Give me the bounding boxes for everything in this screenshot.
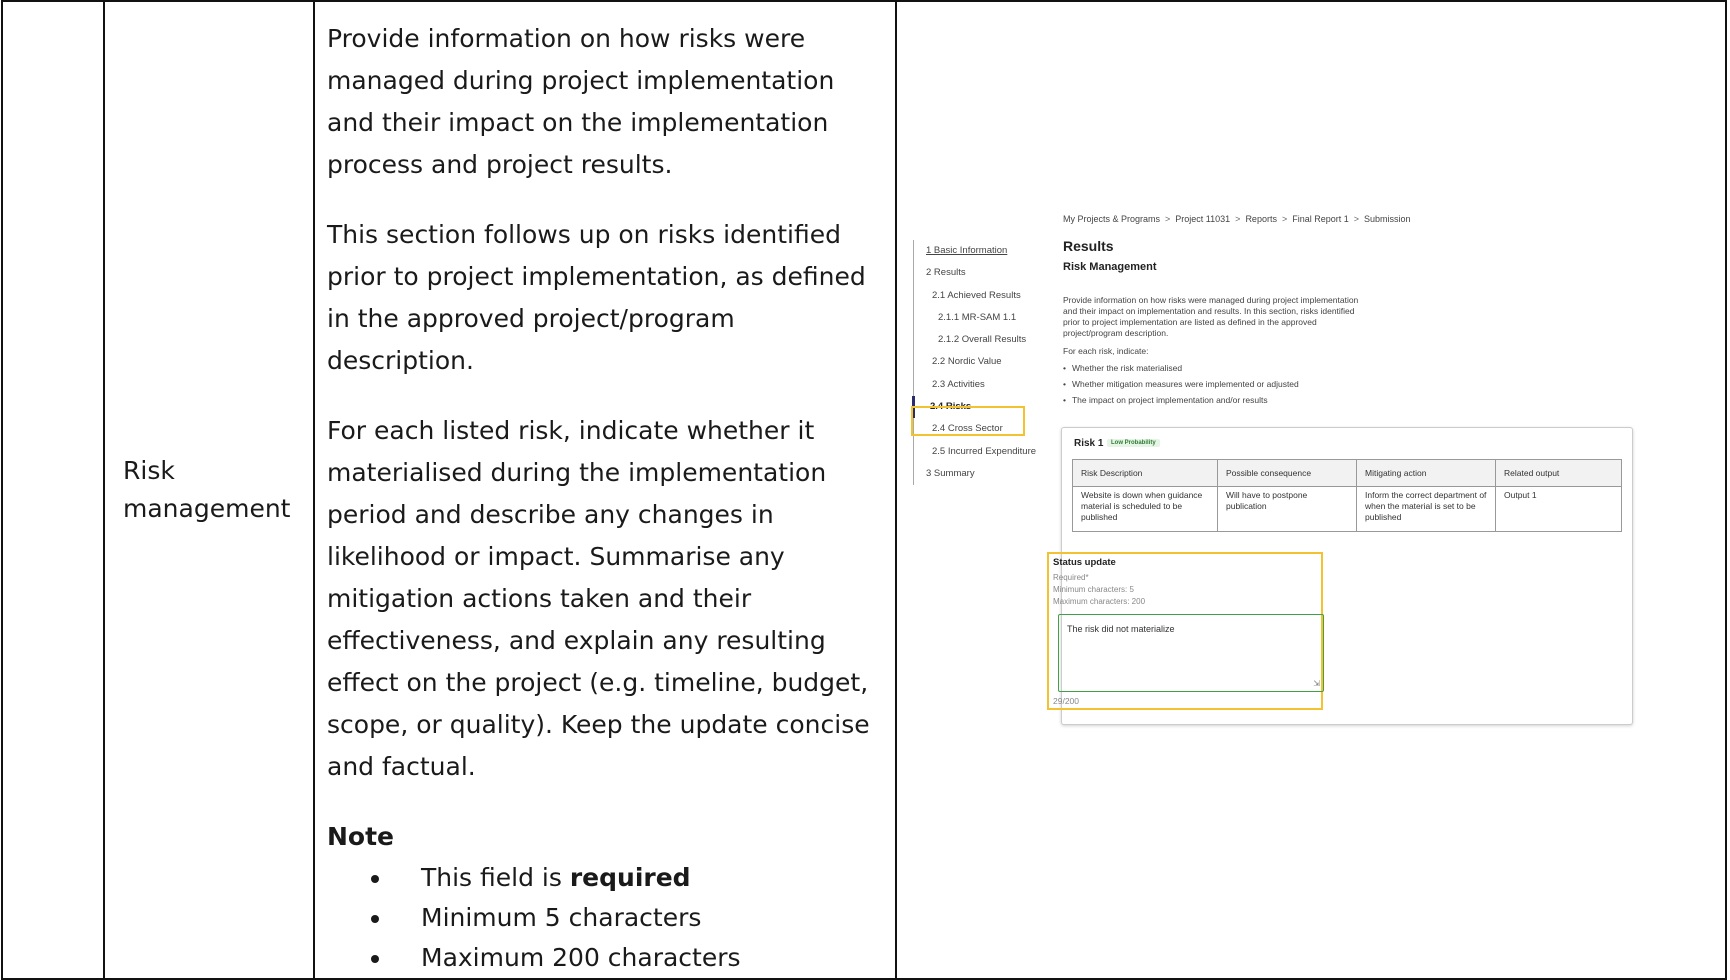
embedded-screenshot: My Projects & Programs > Project 11031 > Rep… — [897, 2, 1725, 932]
description-content: Provide information on how risks were ma… — [315, 2, 895, 978]
max-chars-text: Maximum characters: 200 — [1053, 597, 1146, 606]
intro-line: prior to project implementation are list… — [1063, 317, 1317, 327]
table-cell: Will have to postpone publication — [1217, 486, 1357, 532]
table-cell: Website is down when guidance material i… — [1072, 486, 1218, 532]
empty-cell — [1, 0, 105, 980]
nav-item-mr-sam[interactable]: 2.1.1 MR-SAM 1.1 — [914, 307, 1024, 329]
intro-line: Provide information on how risks were ma… — [1063, 295, 1359, 305]
description-cell: Provide information on how risks were ma… — [313, 0, 897, 980]
note-text: Maximum 200 characters — [421, 943, 741, 972]
table-row: Website is down when guidance material i… — [1072, 486, 1622, 532]
nav-item-achieved-results[interactable]: 2.1 Achieved Results — [914, 285, 1024, 307]
paragraph: Provide information on how risks were ma… — [327, 24, 835, 179]
table-cell: Output 1 — [1495, 486, 1622, 532]
intro-text: Provide information on how risks were ma… — [1063, 295, 1373, 339]
nav-item-incurred-expenditure[interactable]: 2.5 Incurred Expenditure — [914, 441, 1036, 463]
for-each-text: For each risk, indicate: — [1063, 346, 1149, 356]
character-counter: 29/200 — [1053, 696, 1079, 706]
min-chars-text: Minimum characters: 5 — [1053, 585, 1134, 594]
resize-grip-icon[interactable]: ⇲ — [1313, 680, 1320, 688]
nav-item-basic-information[interactable]: 1 Basic Information — [914, 240, 1024, 262]
intro-line: and their impact on implementation and r… — [1063, 306, 1355, 316]
instruction-item: Whether the risk materialised — [1063, 360, 1299, 376]
probability-badge: Low Probability — [1107, 439, 1160, 447]
risk-table: Risk Description Possible consequence Mi… — [1072, 459, 1622, 532]
table-header-row: Risk Description Possible consequence Mi… — [1072, 459, 1622, 487]
breadcrumb-link[interactable]: Project 11031 — [1175, 214, 1230, 224]
intro-line: project/program description. — [1063, 328, 1169, 338]
column-header: Risk Description — [1072, 459, 1218, 487]
note-item: Minimum 5 characters — [393, 898, 875, 938]
breadcrumb-link[interactable]: Final Report 1 — [1292, 214, 1349, 224]
label-cell: Risk management — [103, 0, 315, 980]
breadcrumb: My Projects & Programs > Project 11031 > Rep… — [1063, 214, 1411, 224]
breadcrumb-link[interactable]: Reports — [1245, 214, 1277, 224]
breadcrumb-separator: > — [1165, 214, 1171, 224]
note-list: This field is required Minimum 5 charact… — [327, 858, 875, 978]
table-row: Risk management Provide information on h… — [1, 0, 1727, 980]
section-heading: Risk Management — [1063, 261, 1157, 273]
note-item: This field is required — [393, 858, 875, 898]
paragraph: This section follows up on risks identif… — [327, 220, 866, 375]
nav-item-summary[interactable]: 3 Summary — [914, 463, 1024, 485]
breadcrumb-link[interactable]: My Projects & Programs — [1063, 214, 1160, 224]
status-requirements: Required* Minimum characters: 5 Maximum … — [1053, 572, 1145, 608]
paragraph: For each listed risk, indicate whether i… — [327, 416, 870, 781]
risk-title: Risk 1 — [1074, 438, 1104, 449]
section-nav: 1 Basic Information 2 Results 2.1 Achiev… — [912, 240, 1036, 486]
guidance-table: Risk management Provide information on h… — [1, 0, 1727, 980]
column-header: Possible consequence — [1217, 459, 1357, 487]
instruction-item: Whether mitigation measures were impleme… — [1063, 376, 1299, 392]
column-header: Mitigating action — [1356, 459, 1496, 487]
required-text: Required* — [1053, 573, 1089, 582]
nav-item-nordic-value[interactable]: 2.2 Nordic Value — [914, 351, 1024, 373]
status-update-label: Status update — [1053, 557, 1116, 568]
nav-item-activities[interactable]: 2.3 Activities — [914, 374, 1024, 396]
nav-item-overall-results[interactable]: 2.1.2 Overall Results — [914, 329, 1026, 351]
breadcrumb-separator: > — [1235, 214, 1241, 224]
breadcrumb-separator: > — [1353, 214, 1360, 224]
note-item: Maximum 200 characters — [393, 938, 875, 978]
row-label: Risk management — [123, 456, 291, 523]
note-heading: Note — [327, 822, 395, 851]
status-update-value: The risk did not materialize — [1067, 624, 1175, 634]
note-bold: required — [569, 863, 691, 892]
status-update-textarea[interactable]: The risk did not materialize ⇲ — [1058, 614, 1324, 692]
column-header: Related output — [1495, 459, 1622, 487]
table-cell: Inform the correct department of when th… — [1356, 486, 1496, 532]
page-title: Results — [1063, 238, 1114, 254]
breadcrumb-separator: > — [1281, 214, 1288, 224]
nav-item-results[interactable]: 2 Results — [914, 262, 1024, 284]
breadcrumb-current: Submission — [1364, 214, 1411, 224]
note-text: Minimum 5 characters — [421, 903, 702, 932]
instruction-list: Whether the risk materialised Whether mi… — [1063, 360, 1299, 408]
nav-highlight-box — [911, 406, 1025, 436]
instruction-item: The impact on project implementation and… — [1063, 392, 1299, 408]
screenshot-cell: My Projects & Programs > Project 11031 > Rep… — [895, 0, 1727, 980]
note-text: This field is — [421, 863, 570, 892]
